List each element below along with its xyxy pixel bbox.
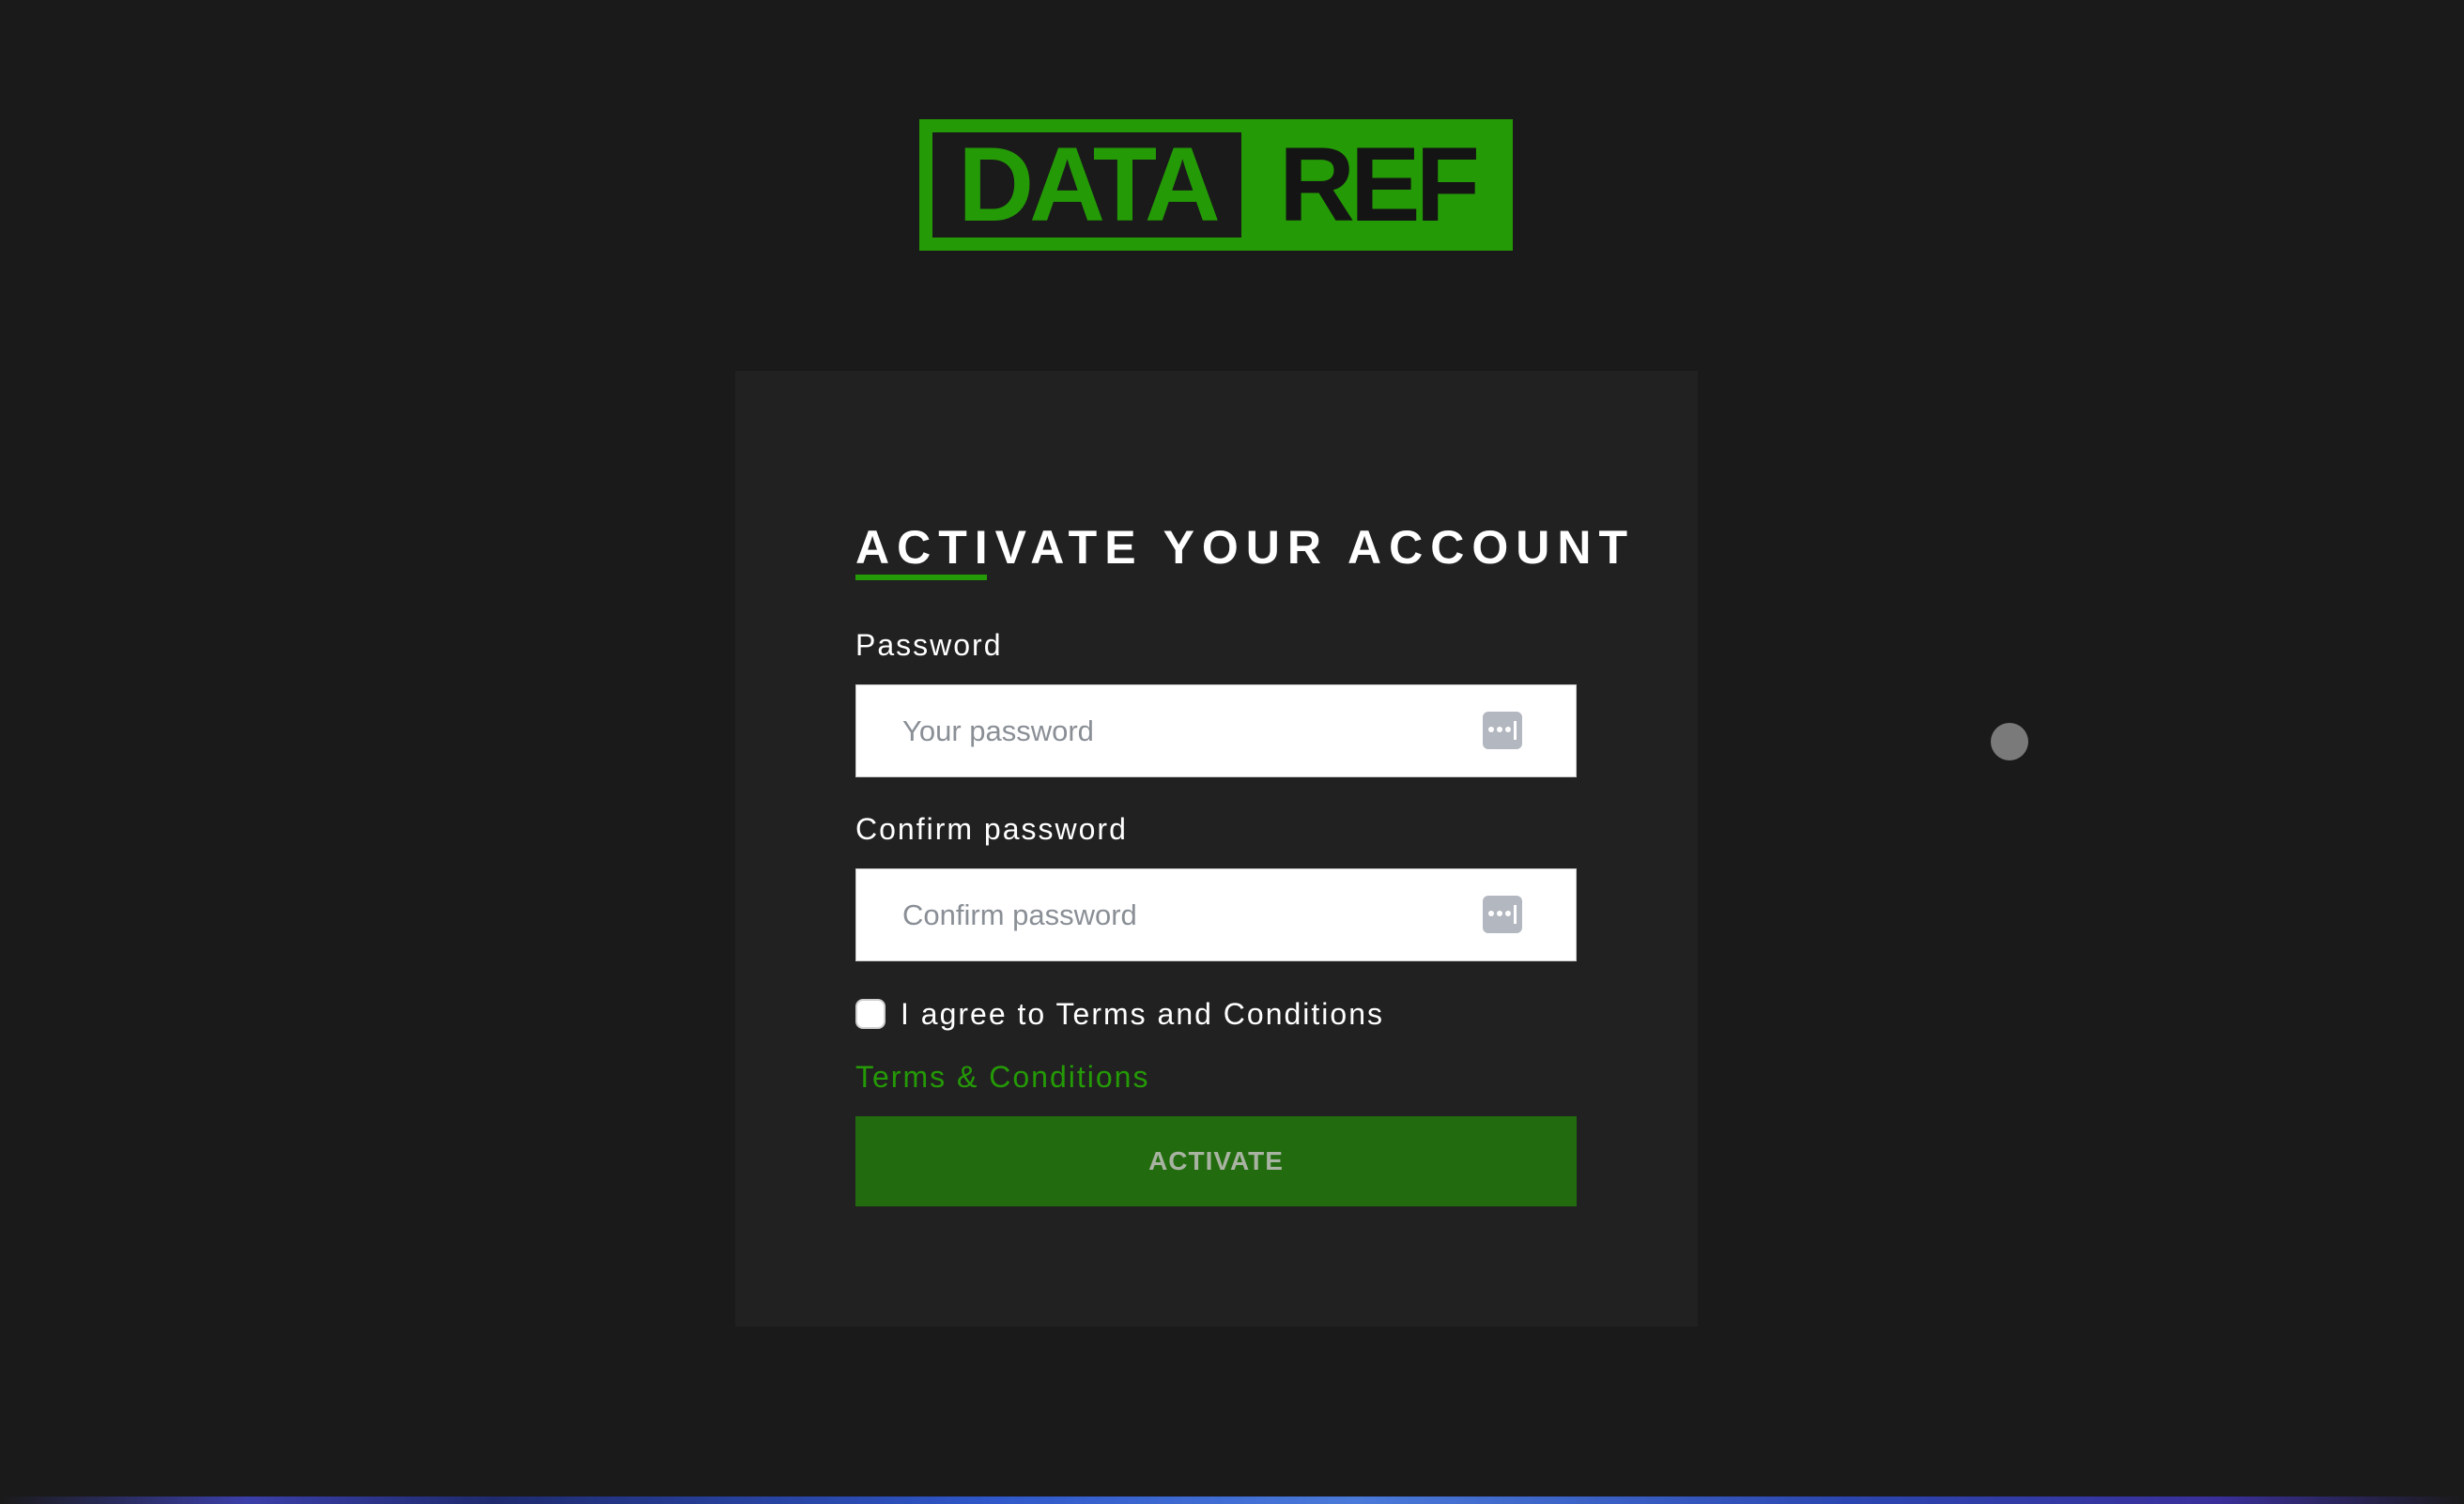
confirm-password-field-container: [855, 868, 1577, 961]
password-label: Password: [855, 628, 1003, 662]
logo-ref-text: REF: [1279, 126, 1480, 243]
password-dots-icon[interactable]: [1483, 712, 1522, 749]
password-input[interactable]: [856, 685, 1476, 776]
terms-conditions-link[interactable]: Terms & Conditions: [855, 1058, 1149, 1096]
cursor-bar-glyph: [1514, 905, 1517, 924]
mouse-cursor-indicator: [1991, 723, 2028, 760]
terms-checkbox-label[interactable]: I agree to Terms and Conditions: [901, 995, 1384, 1033]
confirm-password-label: Confirm password: [855, 812, 1128, 846]
logo-data-text: DATA: [926, 126, 1248, 244]
terms-checkbox[interactable]: [855, 999, 886, 1029]
bottom-gradient-strip: [0, 1496, 2464, 1504]
title-underline: [855, 575, 987, 580]
datarref-logo: DATA REF: [919, 119, 1513, 251]
password-dots-icon[interactable]: [1483, 896, 1522, 933]
dots-glyph: [1488, 911, 1511, 916]
password-field-container: [855, 684, 1577, 777]
confirm-password-input[interactable]: [856, 869, 1476, 960]
page-title: ACTIVATE YOUR ACCOUNT: [855, 521, 1636, 574]
activate-button[interactable]: ACTIVATE: [855, 1116, 1577, 1206]
cursor-bar-glyph: [1514, 721, 1517, 740]
dots-glyph: [1488, 727, 1511, 732]
